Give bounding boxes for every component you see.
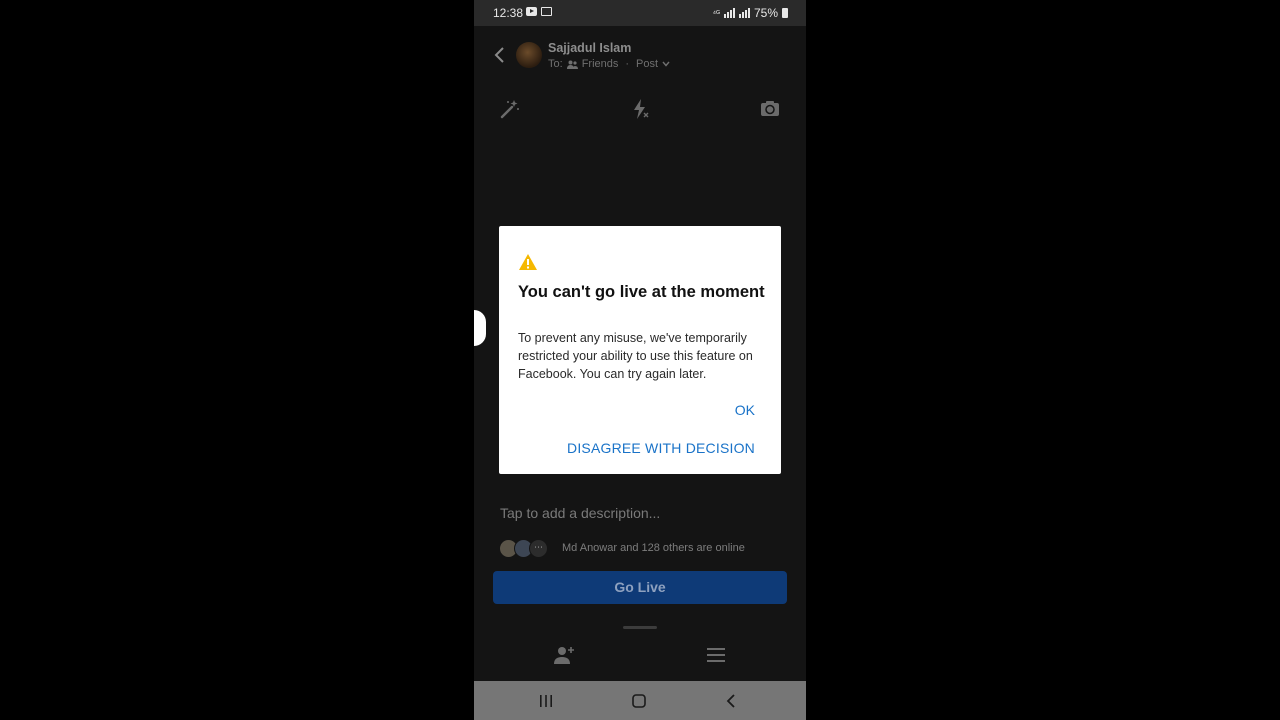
cast-icon	[541, 7, 552, 16]
ok-button[interactable]: OK	[735, 402, 755, 418]
warning-icon	[519, 254, 537, 270]
battery-percent: 75%	[753, 6, 778, 20]
magic-wand-icon[interactable]	[499, 98, 521, 120]
description-input[interactable]: Tap to add a description...	[500, 505, 780, 521]
nav-back-icon[interactable]	[724, 693, 740, 709]
dialog-title: You can't go live at the moment	[518, 283, 765, 301]
youtube-icon	[526, 7, 537, 16]
user-name: Sajjadul Islam	[548, 41, 632, 55]
go-live-button[interactable]: Go Live	[493, 571, 787, 604]
more-avatars-icon: ⋯	[529, 538, 548, 558]
screen: 12:38 ⁴ᴳ 75% Sajjadul Islam To: Friends …	[0, 0, 1280, 720]
audience-selector[interactable]: To: Friends · Post	[548, 58, 670, 70]
signal-2-icon	[738, 8, 750, 18]
switch-camera-icon[interactable]	[759, 98, 781, 120]
status-bar: 12:38 ⁴ᴳ 75%	[474, 0, 806, 26]
sheet-grabber[interactable]	[623, 626, 657, 629]
add-person-icon[interactable]	[553, 644, 575, 666]
live-header: Sajjadul Islam To: Friends · Post	[474, 26, 806, 88]
audience-label: Friends	[581, 58, 619, 70]
online-count-text: Md Anowar and 128 others are online	[562, 542, 745, 554]
menu-icon[interactable]	[706, 645, 726, 665]
status-system-icons: ⁴ᴳ 75%	[713, 6, 788, 20]
post-type-label: Post	[636, 58, 659, 70]
signal-icon	[723, 8, 735, 18]
cant-go-live-dialog: You can't go live at the moment To preve…	[499, 226, 781, 474]
online-friends-row: ⋯ Md Anowar and 128 others are online	[499, 538, 745, 558]
friends-icon	[566, 60, 578, 69]
wifi-calling-icon: ⁴ᴳ	[712, 8, 720, 18]
chevron-down-icon	[662, 61, 670, 67]
recents-icon[interactable]	[538, 693, 554, 709]
avatar[interactable]	[516, 42, 542, 68]
disagree-with-decision-button[interactable]: DISAGREE WITH DECISION	[567, 440, 755, 456]
dialog-message: To prevent any misuse, we've temporarily…	[518, 331, 753, 381]
flash-off-icon[interactable]	[629, 98, 651, 120]
to-label: To:	[548, 58, 563, 70]
status-notification-icons	[526, 7, 552, 16]
back-arrow-icon[interactable]	[492, 45, 508, 65]
phone-screen: 12:38 ⁴ᴳ 75% Sajjadul Islam To: Friends …	[474, 0, 806, 720]
status-time: 12:38	[493, 6, 524, 20]
home-icon[interactable]	[631, 693, 647, 709]
system-nav-bar	[474, 681, 806, 720]
battery-icon	[782, 8, 788, 18]
